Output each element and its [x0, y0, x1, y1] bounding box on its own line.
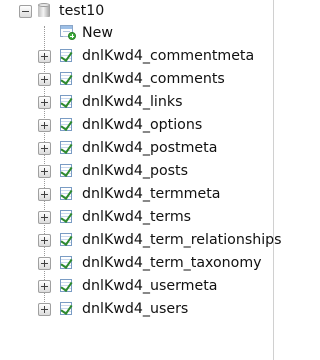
table-name[interactable]: dnlKwd4_commentmeta: [82, 47, 254, 65]
tree-table-node[interactable]: dnlKwd4_terms: [0, 206, 273, 229]
new-table-icon: [60, 25, 76, 40]
expand-icon[interactable]: [38, 73, 51, 86]
tree-table-node[interactable]: dnlKwd4_links: [0, 91, 273, 114]
table-icon: [60, 209, 74, 224]
table-icon: [60, 140, 74, 155]
table-name[interactable]: dnlKwd4_terms: [82, 208, 191, 226]
table-icon: [60, 278, 74, 293]
table-name[interactable]: dnlKwd4_posts: [82, 162, 188, 180]
database-name[interactable]: test10: [59, 2, 104, 20]
expand-icon[interactable]: [38, 142, 51, 155]
new-table-label[interactable]: New: [82, 24, 113, 42]
table-name[interactable]: dnlKwd4_comments: [82, 70, 225, 88]
expand-icon[interactable]: [38, 234, 51, 247]
expand-icon[interactable]: [38, 119, 51, 132]
table-icon: [60, 48, 74, 63]
collapse-icon[interactable]: [19, 5, 32, 18]
table-name[interactable]: dnlKwd4_postmeta: [82, 139, 217, 157]
tree-new-table[interactable]: New: [0, 22, 120, 45]
tree-table-node[interactable]: dnlKwd4_commentmeta: [0, 45, 273, 68]
tree-table-node[interactable]: dnlKwd4_posts: [0, 160, 273, 183]
table-icon: [60, 186, 74, 201]
panel-border: [273, 0, 274, 360]
tree-table-node[interactable]: dnlKwd4_postmeta: [0, 137, 273, 160]
table-name[interactable]: dnlKwd4_term_taxonomy: [82, 254, 262, 272]
expand-icon[interactable]: [38, 96, 51, 109]
table-name[interactable]: dnlKwd4_users: [82, 300, 188, 318]
expand-icon[interactable]: [38, 188, 51, 201]
table-name[interactable]: dnlKwd4_usermeta: [82, 277, 217, 295]
table-name[interactable]: dnlKwd4_term_relationships: [82, 231, 282, 249]
table-icon: [60, 94, 74, 109]
table-name[interactable]: dnlKwd4_termmeta: [82, 185, 220, 203]
database-icon: [38, 3, 50, 18]
table-name[interactable]: dnlKwd4_links: [82, 93, 182, 111]
expand-icon[interactable]: [38, 211, 51, 224]
expand-icon[interactable]: [38, 257, 51, 270]
table-icon: [60, 232, 74, 247]
table-icon: [60, 255, 74, 270]
tree-table-node[interactable]: dnlKwd4_usermeta: [0, 275, 273, 298]
table-icon: [60, 117, 74, 132]
table-name[interactable]: dnlKwd4_options: [82, 116, 202, 134]
tree-table-node[interactable]: dnlKwd4_term_relationships: [0, 229, 282, 252]
expand-icon[interactable]: [38, 280, 51, 293]
tree-table-node[interactable]: dnlKwd4_term_taxonomy: [0, 252, 273, 275]
table-icon: [60, 301, 74, 316]
expand-icon[interactable]: [38, 50, 51, 63]
tree-table-node[interactable]: dnlKwd4_options: [0, 114, 273, 137]
tree-table-node[interactable]: dnlKwd4_users: [0, 298, 273, 321]
table-icon: [60, 163, 74, 178]
tree-table-node[interactable]: dnlKwd4_comments: [0, 68, 273, 91]
tree-database-node[interactable]: test10: [0, 0, 120, 23]
expand-icon[interactable]: [38, 165, 51, 178]
tree-table-node[interactable]: dnlKwd4_termmeta: [0, 183, 273, 206]
table-icon: [60, 71, 74, 86]
expand-icon[interactable]: [38, 303, 51, 316]
